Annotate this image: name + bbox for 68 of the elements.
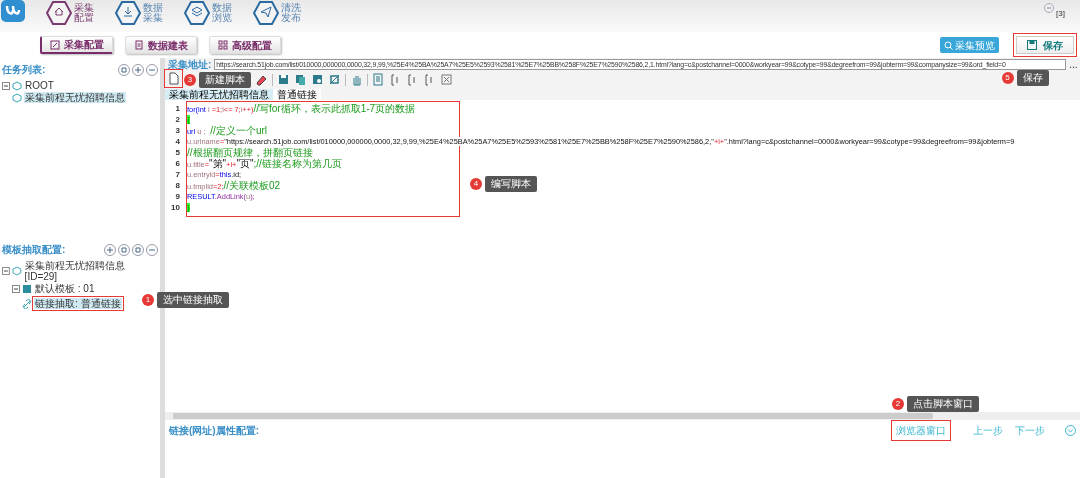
- collapse-icon[interactable]: [12, 284, 20, 293]
- section-title: 链接(网址)属性配置:: [169, 423, 259, 438]
- editor-tab[interactable]: 普通链接: [273, 89, 321, 100]
- line-number: 5: [174, 147, 180, 158]
- collapse-icon[interactable]: [2, 267, 10, 275]
- message-count: [3]: [1056, 7, 1065, 20]
- logo-icon: [0, 0, 26, 24]
- callout-tooltip: 编写脚本: [485, 176, 537, 192]
- line-number: 9: [174, 191, 180, 202]
- callout-number: 1: [142, 294, 154, 306]
- more-button[interactable]: ...: [1069, 57, 1080, 72]
- callout-tooltip: 保存: [1016, 70, 1049, 86]
- remove-icon[interactable]: [146, 63, 158, 76]
- copy-icon[interactable]: [294, 73, 307, 86]
- tree-item[interactable]: 采集前程无忧招聘信息 [ID=29]: [23, 260, 158, 282]
- tree-item[interactable]: 采集前程无忧招聘信息: [24, 92, 126, 103]
- editor-tab[interactable]: 采集前程无忧招聘信息: [165, 89, 273, 100]
- eraser-icon[interactable]: [255, 73, 268, 86]
- callout-tooltip: 新建脚本: [199, 71, 251, 88]
- line-number: 8: [174, 180, 180, 191]
- document-icon[interactable]: [167, 71, 180, 85]
- save-icon[interactable]: [277, 73, 290, 86]
- link-icon: [22, 298, 32, 309]
- line-number: 4: [174, 136, 180, 147]
- section-title: 任务列表:: [2, 63, 46, 77]
- collapse-icon[interactable]: [2, 81, 10, 90]
- edit-icon: [50, 39, 60, 50]
- line-number: 3: [174, 125, 180, 136]
- search-icon: [943, 40, 953, 50]
- crop-icon[interactable]: [328, 73, 341, 86]
- callout-number: 4: [470, 178, 482, 190]
- toolbar-tab[interactable]: 高级配置: [209, 36, 281, 54]
- save-as-icon[interactable]: [311, 73, 324, 86]
- message-icon[interactable]: [1043, 2, 1054, 13]
- save-button[interactable]: 保存: [1015, 36, 1074, 54]
- close-icon[interactable]: [440, 73, 453, 86]
- line-number: 10: [170, 202, 180, 213]
- add-icon[interactable]: [132, 63, 144, 76]
- tree-item[interactable]: 链接抽取: 普通链接: [34, 298, 122, 309]
- add-icon[interactable]: [104, 243, 116, 256]
- document-icon: [134, 40, 144, 50]
- tool-icon[interactable]: [118, 63, 130, 76]
- line-number: 7: [174, 169, 180, 180]
- section-title: 模板抽取配置:: [2, 243, 66, 257]
- nav-tab[interactable]: 采集配置: [46, 0, 95, 26]
- callout-number: 3: [184, 73, 196, 86]
- tree-item[interactable]: 默认模板 : 01: [34, 283, 96, 294]
- nav-tab[interactable]: 清洗发布: [253, 0, 302, 26]
- tool-icon[interactable]: [118, 243, 130, 256]
- line-number: 1: [174, 103, 180, 114]
- nav-tab[interactable]: 数据浏览: [184, 0, 233, 26]
- scrollbar-thumb[interactable]: [173, 413, 933, 419]
- tree-item[interactable]: ROOT: [24, 80, 55, 91]
- nav-tab[interactable]: 数据采集: [115, 0, 164, 26]
- format-icon[interactable]: [372, 73, 385, 86]
- toolbar-tab[interactable]: 数据建表: [125, 36, 197, 54]
- field-label: 采集地址:: [168, 58, 212, 72]
- code-line: //根据翻页规律，拼翻页链接: [187, 147, 313, 158]
- callout-tooltip: 选中链接抽取: [157, 292, 229, 308]
- tool-icon[interactable]: [132, 243, 144, 256]
- chevron-down-icon[interactable]: [1065, 424, 1076, 436]
- toolbar-tab[interactable]: 采集配置: [40, 36, 113, 54]
- line-number: 6: [174, 158, 180, 169]
- template-icon: [22, 283, 32, 294]
- line-number: 2: [174, 114, 180, 125]
- remove-icon[interactable]: [146, 243, 158, 256]
- grid-icon: [218, 40, 228, 50]
- save-icon: [1026, 40, 1037, 50]
